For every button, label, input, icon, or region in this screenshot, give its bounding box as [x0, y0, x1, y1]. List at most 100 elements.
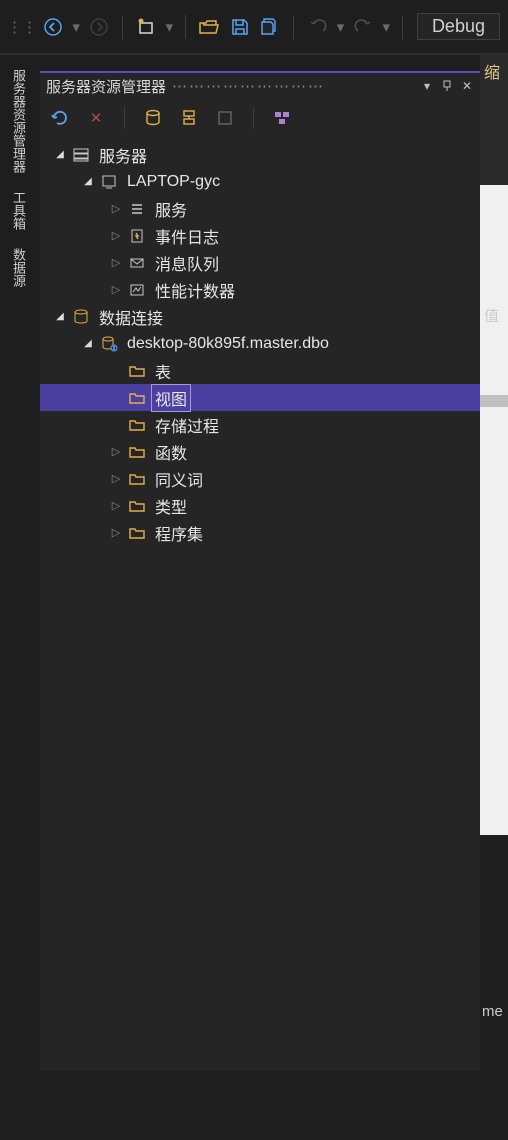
sidetab-server-explorer[interactable]: 服务器资源管理器 — [0, 63, 28, 179]
connect-server-button[interactable] — [177, 106, 201, 130]
panel-title-text: 服务器资源管理器 — [46, 76, 166, 97]
tree-node-perfcounter[interactable]: 性能计数器 — [40, 276, 480, 303]
database-connected-icon — [98, 335, 120, 353]
node-label: 服务 — [152, 196, 190, 222]
redo-button[interactable] — [350, 13, 376, 41]
azure-button — [213, 106, 237, 130]
tree-node-tables[interactable]: 表 — [40, 357, 480, 384]
node-label: 程序集 — [152, 520, 206, 546]
tree-node-eventlog[interactable]: 事件日志 — [40, 222, 480, 249]
node-label: 类型 — [152, 493, 190, 519]
panel-menu-button[interactable]: ▾ — [420, 79, 434, 93]
tree-node-db[interactable]: desktop-80k895f.master.dbo — [40, 330, 480, 357]
computer-icon — [98, 173, 120, 191]
panel-titlebar: 服务器资源管理器 ⋯⋯⋯⋯⋯⋯⋯⋯⋯ ▾ ✕ — [40, 73, 480, 99]
expand-icon[interactable] — [108, 498, 124, 514]
tree-node-sprocs[interactable]: 存储过程 — [40, 411, 480, 438]
expand-icon[interactable] — [52, 147, 68, 163]
dropdown-icon[interactable]: ▾ — [335, 13, 346, 41]
folder-icon — [126, 471, 148, 487]
tree-node-dataconn[interactable]: 数据连接 — [40, 303, 480, 330]
node-label: 数据连接 — [96, 304, 166, 330]
open-file-button[interactable] — [196, 13, 222, 41]
right-fragment: 值 — [484, 305, 499, 326]
database-icon — [70, 308, 92, 326]
expand-icon[interactable] — [52, 309, 68, 325]
config-selector[interactable]: Debug — [417, 13, 500, 40]
services-icon[interactable] — [270, 106, 294, 130]
main-toolbar: ⋮⋮ ▾ ▾ ▾ ▾ Debug — [0, 0, 508, 55]
save-button[interactable] — [226, 13, 252, 41]
node-label: 存储过程 — [152, 412, 222, 438]
right-fragment: 缩 — [480, 55, 508, 87]
right-light-strip — [480, 185, 508, 835]
expand-icon[interactable] — [80, 174, 96, 190]
node-label: 服务器 — [96, 142, 150, 168]
stop-button: ✕ — [84, 106, 108, 130]
separator — [293, 15, 294, 39]
separator — [185, 15, 186, 39]
tree-node-types[interactable]: 类型 — [40, 492, 480, 519]
connect-db-button[interactable] — [141, 106, 165, 130]
panel-toolbar: ✕ — [40, 99, 480, 137]
expand-icon[interactable] — [108, 255, 124, 271]
new-item-button[interactable] — [133, 13, 159, 41]
tree-node-mqueue[interactable]: 消息队列 — [40, 249, 480, 276]
expand-icon[interactable] — [108, 282, 124, 298]
chart-icon — [126, 282, 148, 298]
dropdown-icon[interactable]: ▾ — [381, 13, 392, 41]
dropdown-icon[interactable]: ▾ — [70, 13, 81, 41]
tree-node-assemblies[interactable]: 程序集 — [40, 519, 480, 546]
right-cutoff-area: 缩 值 me — [480, 55, 508, 1085]
folder-icon — [126, 444, 148, 460]
node-label: 事件日志 — [152, 223, 222, 249]
expand-icon[interactable] — [108, 201, 124, 217]
tree-view[interactable]: 服务器 LAPTOP-gyc 服务 事件日志 — [40, 137, 480, 1071]
expand-icon[interactable] — [108, 228, 124, 244]
server-group-icon — [70, 146, 92, 164]
eventlog-icon — [126, 228, 148, 244]
envelope-icon — [126, 255, 148, 271]
nav-forward-button[interactable] — [86, 13, 112, 41]
sidetab-toolbox[interactable]: 工具箱 — [0, 185, 28, 236]
tree-node-views[interactable]: 视图 — [40, 384, 480, 411]
right-dark-strip: me — [480, 835, 508, 1140]
tree-node-servers[interactable]: 服务器 — [40, 141, 480, 168]
save-all-button[interactable] — [257, 13, 283, 41]
expand-icon[interactable] — [80, 336, 96, 352]
folder-icon — [126, 525, 148, 541]
drag-handle-icon: ⋮⋮ — [8, 13, 36, 41]
tree-node-synonyms[interactable]: 同义词 — [40, 465, 480, 492]
right-fragment: me — [482, 1003, 503, 1020]
expand-icon[interactable] — [108, 525, 124, 541]
node-label: 消息队列 — [152, 250, 222, 276]
separator — [253, 107, 254, 129]
grip-icon: ⋯⋯⋯⋯⋯⋯⋯⋯⋯ — [172, 77, 325, 95]
folder-icon — [126, 417, 148, 433]
separator — [124, 107, 125, 129]
refresh-button[interactable] — [48, 106, 72, 130]
tree-node-services[interactable]: 服务 — [40, 195, 480, 222]
list-icon — [126, 201, 148, 217]
tree-node-machine[interactable]: LAPTOP-gyc — [40, 168, 480, 195]
close-button[interactable]: ✕ — [460, 79, 474, 93]
folder-icon — [126, 363, 148, 379]
node-label: 性能计数器 — [152, 277, 238, 303]
node-label: 同义词 — [152, 466, 206, 492]
node-label: LAPTOP-gyc — [124, 172, 223, 192]
dropdown-icon[interactable]: ▾ — [164, 13, 175, 41]
nav-back-button[interactable] — [40, 13, 66, 41]
sidetab-datasource[interactable]: 数据源 — [0, 242, 28, 293]
expand-icon[interactable] — [108, 444, 124, 460]
side-tab-strip: 服务器资源管理器 工具箱 数据源 — [0, 63, 28, 293]
separator — [122, 15, 123, 39]
folder-icon — [126, 498, 148, 514]
expand-icon[interactable] — [108, 471, 124, 487]
tree-node-functions[interactable]: 函数 — [40, 438, 480, 465]
separator — [402, 15, 403, 39]
node-label: 函数 — [152, 439, 190, 465]
undo-button[interactable] — [304, 13, 330, 41]
folder-icon — [126, 390, 148, 406]
pin-button[interactable] — [440, 79, 454, 93]
node-label: desktop-80k895f.master.dbo — [124, 334, 332, 354]
